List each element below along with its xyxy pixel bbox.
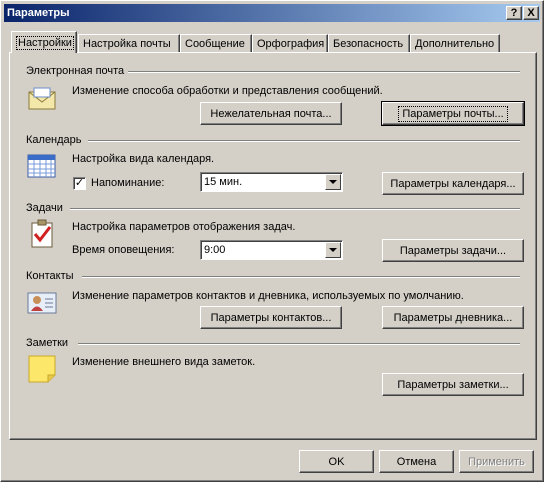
email-heading: Электронная почта [26,65,125,77]
chevron-down-icon[interactable] [325,174,341,190]
contacts-heading: Контакты [26,270,74,282]
notes-heading: Заметки [26,337,69,349]
apply-button[interactable]: Применить [459,450,534,473]
chevron-down-icon[interactable] [325,242,341,258]
tab-settings[interactable]: Настройки [11,31,77,53]
divider [128,71,520,73]
divider [78,343,520,345]
email-description: Изменение способа обработки и представле… [72,85,383,97]
calendar-options-button[interactable]: Параметры календаря... [382,172,524,195]
settings-panel: Электронная почта Изменение способа обра… [9,52,537,440]
notes-description: Изменение внешнего вида заметок. [72,356,256,368]
envelope-icon [28,87,56,110]
help-button[interactable]: ? [506,6,522,20]
cancel-button[interactable]: Отмена [379,450,454,473]
mail-options-button[interactable]: Параметры почты... [381,101,525,126]
reminder-checkbox[interactable]: ✓ [73,177,86,190]
contact-card-icon [27,292,57,314]
tab-mail-setup[interactable]: Настройка почты [78,34,180,52]
reminder-time-select[interactable]: 9:00 [200,240,343,260]
ok-button[interactable]: OK [299,450,374,473]
contacts-description: Изменение параметров контактов и дневник… [72,290,464,302]
reminder-label: Напоминание: [91,177,165,189]
task-clipboard-icon [31,219,53,248]
tab-security[interactable]: Безопасность [328,34,410,52]
reminder-select[interactable]: 15 мин. [200,172,343,192]
journal-options-button[interactable]: Параметры дневника... [382,306,524,329]
tab-other[interactable]: Дополнительно [410,34,500,52]
junk-mail-button[interactable]: Нежелательная почта... [200,102,342,125]
title-bar: Параметры ? X [4,4,540,22]
tasks-heading: Задачи [26,202,63,214]
options-dialog: Параметры ? X Настройки Настройка почты … [0,0,544,482]
tab-spelling[interactable]: Орфография [252,34,328,52]
divider [70,208,520,210]
contact-options-button[interactable]: Параметры контактов... [200,306,342,329]
reminder-time-label: Время оповещения: [72,244,175,256]
reminder-value: 15 мин. [204,176,243,188]
calendar-description: Настройка вида календаря. [72,153,215,165]
tab-message[interactable]: Сообщение [180,34,252,52]
calendar-heading: Календарь [26,134,82,146]
sticky-note-icon [28,355,56,383]
divider [82,276,520,278]
note-options-button[interactable]: Параметры заметки... [382,373,524,396]
reminder-time-value: 9:00 [204,244,226,256]
task-options-button[interactable]: Параметры задачи... [382,239,524,262]
divider [88,140,520,142]
close-button[interactable]: X [523,6,539,20]
calendar-icon [27,154,56,178]
window-title: Параметры [7,7,70,19]
tasks-description: Настройка параметров отображения задач. [72,221,296,233]
